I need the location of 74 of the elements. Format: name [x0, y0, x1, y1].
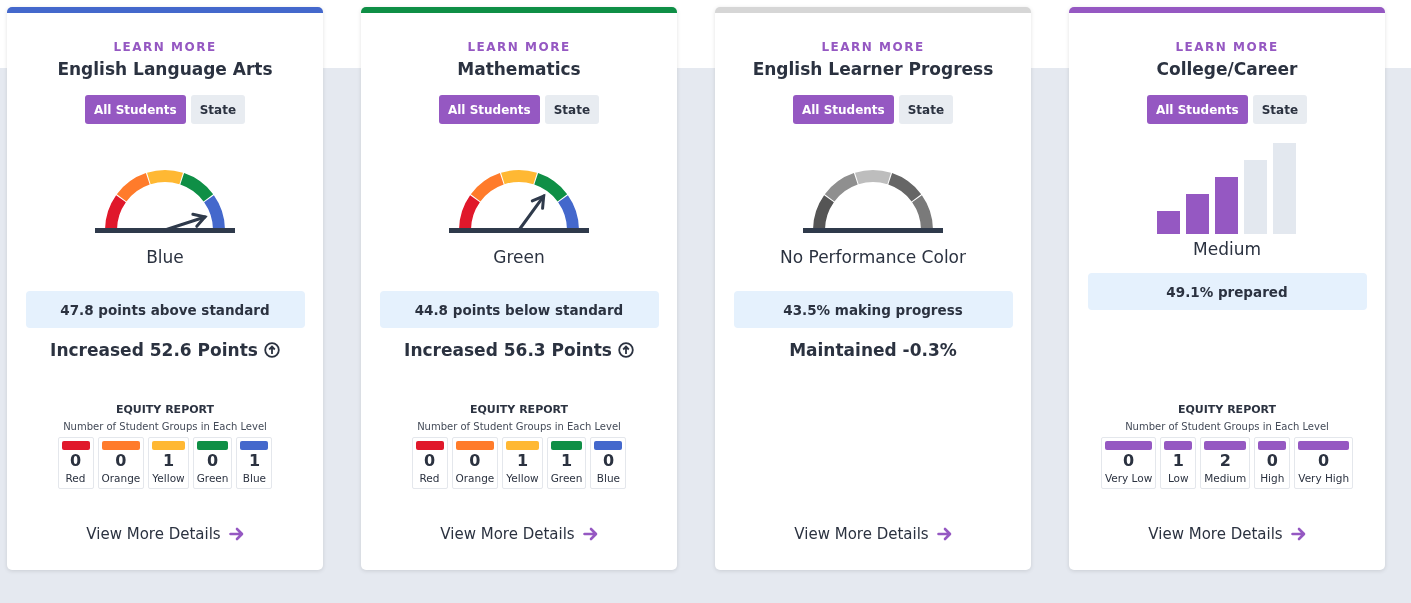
level-label: Very Low	[1104, 472, 1153, 484]
filter-toggle[interactable]: All Students	[1146, 95, 1248, 124]
card-title: English Learner Progress	[752, 59, 994, 79]
card-title: Mathematics	[457, 59, 581, 79]
equity-title: EQUITY REPORT	[469, 403, 569, 416]
level-label: Green	[550, 472, 583, 484]
equity-subtitle: Number of Student Groups in Each Level	[417, 421, 621, 432]
summary-banner: 49.1% prepared	[1087, 273, 1367, 310]
filter-toggle[interactable]: All Students	[792, 95, 894, 124]
level-count: 0	[1266, 450, 1278, 472]
level-label: Low	[1167, 472, 1189, 484]
level-label: Blue	[242, 472, 267, 484]
status-label: Blue	[146, 246, 184, 268]
status-label: Medium	[1193, 238, 1261, 260]
level-count: 0	[469, 450, 481, 472]
learn-more-link[interactable]: LEARN MORE	[467, 40, 571, 55]
equity-title: EQUITY REPORT	[115, 403, 215, 416]
level-count: 1	[561, 450, 573, 472]
card-title: English Language Arts	[57, 59, 273, 79]
level-count: 0	[602, 450, 615, 472]
card-title: College/Career	[1156, 59, 1298, 79]
level-count: 1	[162, 450, 175, 472]
learn-more-link[interactable]: LEARN MORE	[113, 40, 217, 55]
level-count: 1	[516, 450, 529, 472]
level-count: 0	[1123, 450, 1135, 472]
level-label: Yellow	[152, 472, 185, 484]
filter-toggle[interactable]: State	[190, 95, 246, 124]
filter-toggle[interactable]: State	[544, 95, 600, 124]
level-count: 1	[248, 450, 261, 472]
level-label: Orange	[455, 472, 495, 484]
arrow-up-circle-icon	[263, 342, 280, 358]
level-label: Red	[419, 472, 440, 484]
level-count: 0	[115, 450, 127, 472]
level-count: 0	[1318, 450, 1330, 472]
change-text: Increased 56.3 Points	[404, 340, 612, 360]
level-count: 1	[1172, 450, 1184, 472]
filter-toggle[interactable]: State	[898, 95, 954, 124]
filter-toggle[interactable]: All Students	[438, 95, 540, 124]
level-count: 2	[1219, 450, 1231, 472]
equity-subtitle: Number of Student Groups in Each Level	[63, 421, 267, 432]
arrow-right-icon	[228, 527, 244, 541]
equity-title: EQUITY REPORT	[1177, 403, 1277, 416]
level-label: Red	[65, 472, 86, 484]
change-text: Maintained -0.3%	[789, 340, 957, 360]
level-label: Very High	[1298, 472, 1350, 484]
level-count: 0	[69, 450, 82, 472]
details-link[interactable]: View More Details	[794, 525, 952, 543]
level-label: Orange	[101, 472, 141, 484]
summary-banner: 43.5% making progress	[733, 291, 1013, 328]
arrow-right-icon	[582, 527, 598, 541]
arrow-up-circle-icon	[617, 342, 634, 358]
arrow-right-icon	[936, 527, 952, 541]
level-count: 0	[207, 450, 219, 472]
level-label: High	[1260, 472, 1285, 484]
level-label: Blue	[596, 472, 621, 484]
level-label: Medium	[1204, 472, 1247, 484]
equity-subtitle: Number of Student Groups in Each Level	[1125, 421, 1329, 432]
filter-toggle[interactable]: All Students	[84, 95, 186, 124]
arrow-right-icon	[1290, 527, 1306, 541]
level-label: Yellow	[506, 472, 539, 484]
details-link[interactable]: View More Details	[440, 525, 598, 543]
summary-banner: 44.8 points below standard	[379, 291, 659, 328]
filter-toggle[interactable]: State	[1252, 95, 1308, 124]
details-link[interactable]: View More Details	[1148, 525, 1306, 543]
status-label: Green	[493, 246, 545, 268]
change-text: Increased 52.6 Points	[50, 340, 258, 360]
learn-more-link[interactable]: LEARN MORE	[821, 40, 925, 55]
level-label: Green	[196, 472, 229, 484]
gauge-needle	[163, 212, 208, 232]
level-count: 0	[423, 450, 436, 472]
summary-banner: 47.8 points above standard	[25, 291, 305, 328]
status-label: No Performance Color	[779, 246, 966, 268]
learn-more-link[interactable]: LEARN MORE	[1175, 40, 1279, 55]
details-link[interactable]: View More Details	[86, 525, 244, 543]
